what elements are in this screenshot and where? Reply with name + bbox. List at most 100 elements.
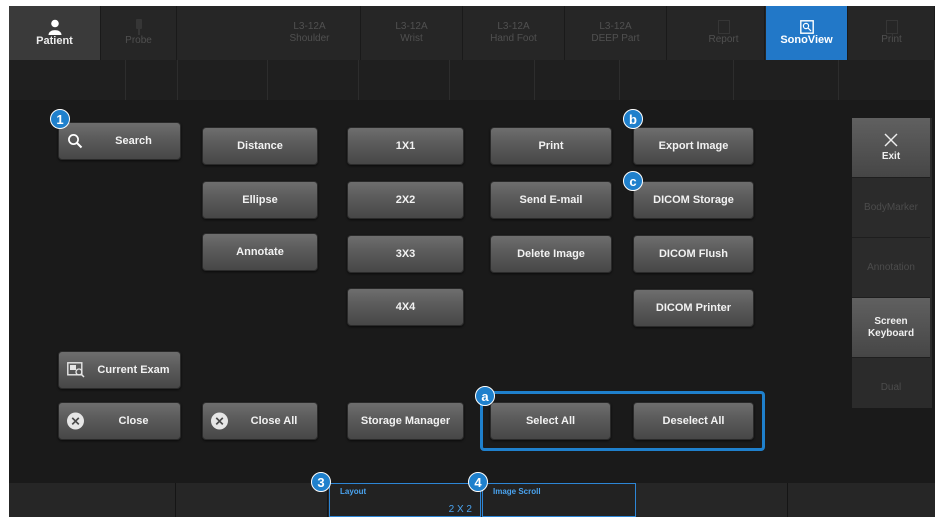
tab-label: SonoView [780, 34, 833, 46]
person-icon [48, 19, 62, 35]
tab-line1: L3-12A [395, 21, 428, 32]
close-all-button[interactable]: ✕ Close All [202, 402, 318, 440]
callout-1-text: 1 [56, 111, 64, 127]
exit-button[interactable]: Exit [852, 118, 930, 178]
strip-cell [268, 60, 359, 100]
distance-button[interactable]: Distance [202, 127, 318, 165]
dicom-flush-button[interactable]: DICOM Flush [633, 235, 754, 273]
tab-preset-deep-part[interactable]: L3-12A DEEP Part [565, 6, 667, 60]
strip-cell [359, 60, 450, 100]
callout-1: 1 [50, 109, 70, 129]
bottom-cell [9, 483, 176, 517]
bodymarker-label: BodyMarker [864, 201, 918, 213]
distance-label: Distance [237, 140, 283, 152]
callout-b: b [623, 109, 643, 129]
annotate-label: Annotate [236, 246, 284, 258]
dual-button[interactable]: Dual [852, 358, 930, 418]
probe-icon [134, 19, 144, 35]
layout-3x3-button[interactable]: 3X3 [347, 235, 464, 273]
callout-c: c [623, 171, 643, 191]
callout-3-text: 3 [317, 474, 325, 490]
storage-manager-label: Storage Manager [360, 415, 451, 427]
callout-a-text: a [481, 388, 489, 404]
ellipse-button[interactable]: Ellipse [202, 181, 318, 219]
layout-4x4-label: 4X4 [395, 301, 416, 313]
print-label: Print [538, 140, 564, 152]
layout-1x1-label: 1X1 [395, 140, 416, 152]
current-exam-button[interactable]: Current Exam [58, 351, 181, 389]
bottom-cell [636, 483, 788, 517]
tab-print[interactable]: Print [849, 6, 935, 60]
tab-preset-hand-foot[interactable]: L3-12A Hand Foot [463, 6, 565, 60]
close-icon: ✕ [67, 412, 84, 430]
dicom-printer-button[interactable]: DICOM Printer [633, 289, 754, 327]
tab-probe[interactable]: Probe [101, 6, 177, 60]
select-all-button[interactable]: Select All [490, 402, 611, 440]
strip-cell [450, 60, 535, 100]
tab-preset-wrist[interactable]: L3-12A Wrist [361, 6, 463, 60]
print-icon [885, 20, 898, 34]
search-button[interactable]: Search [58, 122, 181, 160]
annotation-button[interactable]: Annotation [852, 238, 930, 298]
callout-4: 4 [468, 472, 488, 492]
exit-label: Exit [881, 150, 901, 162]
dicom-storage-button[interactable]: DICOM Storage [633, 181, 754, 219]
dicom-printer-label: DICOM Printer [655, 302, 732, 314]
close-button[interactable]: ✕ Close [58, 402, 181, 440]
callout-c-text: c [629, 173, 637, 189]
annotate-button[interactable]: Annotate [202, 233, 318, 271]
callout-3: 3 [311, 472, 331, 492]
layout-3x3-label: 3X3 [395, 248, 416, 260]
tab-sonoview[interactable]: SonoView [766, 6, 848, 60]
ellipse-label: Ellipse [242, 194, 278, 206]
export-image-button[interactable]: Export Image [633, 127, 754, 165]
print-button[interactable]: Print [490, 127, 612, 165]
screen-keyboard-line1: Screen [874, 315, 908, 327]
tab-line2: Hand Foot [490, 33, 537, 44]
image-scroll-control[interactable]: Image Scroll [482, 483, 636, 517]
tab-label: Print [881, 34, 902, 45]
tab-report[interactable]: Report [683, 6, 765, 60]
strip-cell [126, 60, 178, 100]
callout-b-text: b [629, 111, 637, 127]
delete-image-button[interactable]: Delete Image [490, 235, 612, 273]
storage-manager-button[interactable]: Storage Manager [347, 402, 464, 440]
send-email-button[interactable]: Send E-mail [490, 181, 612, 219]
annotation-label: Annotation [867, 261, 915, 273]
callout-a: a [475, 386, 495, 406]
bodymarker-button[interactable]: BodyMarker [852, 178, 930, 238]
deselect-all-label: Deselect All [662, 415, 725, 427]
layout-4x4-button[interactable]: 4X4 [347, 288, 464, 326]
strip-cell [620, 60, 734, 100]
secondary-strip [9, 60, 935, 100]
select-all-label: Select All [525, 415, 576, 427]
callout-4-text: 4 [474, 474, 482, 490]
delete-image-label: Delete Image [517, 248, 585, 260]
layout-1x1-button[interactable]: 1X1 [347, 127, 464, 165]
tab-line2: Shoulder [289, 33, 330, 44]
strip-cell [535, 60, 620, 100]
tab-line2: DEEP Part [591, 33, 640, 44]
screen-keyboard-button[interactable]: Screen Keyboard [852, 298, 930, 358]
export-image-label: Export Image [658, 140, 729, 152]
tab-line1: L3-12A [497, 21, 530, 32]
sonoview-screen: Patient Probe L3-12A Shoulder L3-12A Wri… [9, 6, 935, 517]
current-exam-icon [67, 362, 85, 378]
strip-cell [9, 60, 126, 100]
layout-2x2-label: 2X2 [395, 194, 416, 206]
exit-icon [884, 133, 898, 151]
layout-control[interactable]: Layout 2 X 2 [329, 483, 481, 517]
tab-preset-shoulder[interactable]: L3-12A Shoulder [259, 6, 361, 60]
strip-cell [839, 60, 935, 100]
bottom-cell [176, 483, 328, 517]
tab-label: Report [708, 34, 739, 45]
strip-cell [178, 60, 268, 100]
deselect-all-button[interactable]: Deselect All [633, 402, 754, 440]
layout-2x2-button[interactable]: 2X2 [347, 181, 464, 219]
strip-cell [734, 60, 839, 100]
layout-control-title: Layout [340, 487, 367, 496]
search-icon [67, 133, 83, 149]
tab-patient[interactable]: Patient [9, 6, 101, 60]
tab-label: Probe [125, 35, 152, 46]
search-label: Search [115, 135, 152, 147]
